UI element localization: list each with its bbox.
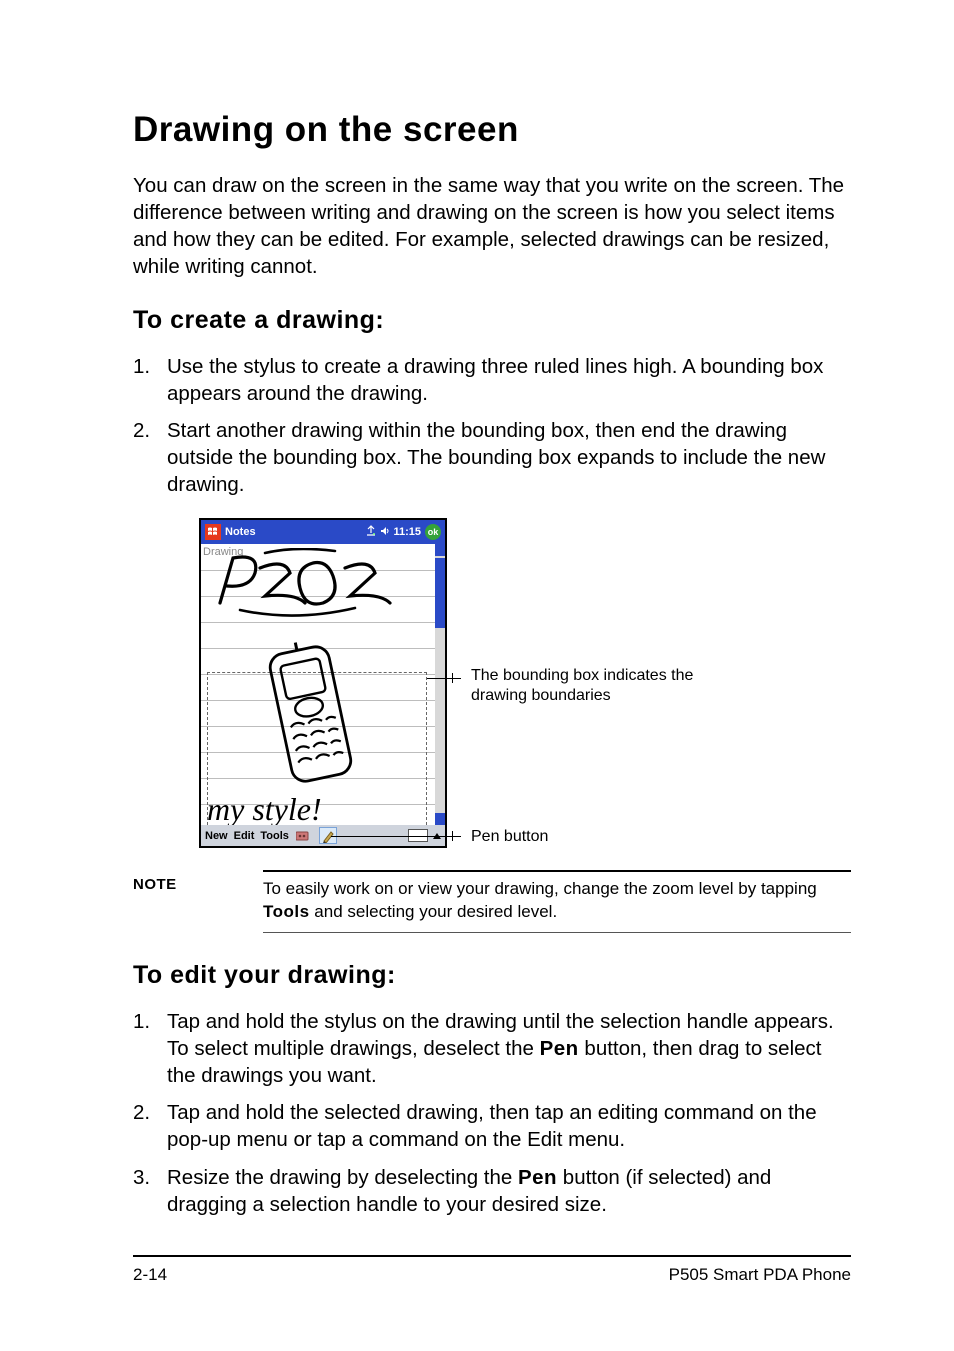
step-text: Tap and hold the selected drawing, then … xyxy=(167,1101,817,1151)
clock-time: 11:15 xyxy=(393,526,421,538)
app-title: Notes xyxy=(225,526,256,538)
note-text: To easily work on or view your drawing, … xyxy=(263,879,817,898)
handwriting-p505 xyxy=(205,548,395,622)
speaker-icon xyxy=(380,526,390,539)
step-text: Resize the drawing by deselecting the xyxy=(167,1166,518,1189)
footer-page-number: 2-14 xyxy=(133,1265,167,1285)
footer-product-name: P505 Smart PDA Phone xyxy=(669,1265,851,1285)
list-item: 1. Tap and hold the stylus on the drawin… xyxy=(133,1008,851,1089)
note-text: and selecting your desired level. xyxy=(310,902,558,921)
menu-tools: Tools xyxy=(260,830,289,842)
step-bold: Pen xyxy=(540,1037,579,1060)
callout-bounding-box: The bounding box indicates the drawing b… xyxy=(471,666,731,706)
create-steps-list: 1.Use the stylus to create a drawing thr… xyxy=(133,353,851,498)
page-footer: 2-14 P505 Smart PDA Phone xyxy=(133,1255,851,1285)
note-body: To easily work on or view your drawing, … xyxy=(263,878,851,924)
record-icon xyxy=(295,828,313,843)
callout-pen-button: Pen button xyxy=(471,827,548,847)
list-item: 3. Resize the drawing by deselecting the… xyxy=(133,1164,851,1218)
note-label: NOTE xyxy=(133,870,263,893)
section-create-title: To create a drawing: xyxy=(133,306,851,335)
step-text: Use the stylus to create a drawing three… xyxy=(167,355,823,405)
note-tools-keyword: Tools xyxy=(263,902,310,921)
device-screenshot: Notes 11:15 ok xyxy=(199,518,447,848)
list-item: 2.Start another drawing within the bound… xyxy=(133,417,851,498)
page-title: Drawing on the screen xyxy=(133,110,851,150)
note-block: NOTE To easily work on or view your draw… xyxy=(133,870,851,933)
menu-new: New xyxy=(205,830,228,842)
menu-edit: Edit xyxy=(234,830,255,842)
signal-icon xyxy=(365,525,377,540)
device-scrollbar xyxy=(435,544,445,825)
svg-text:my style!: my style! xyxy=(207,791,322,827)
intro-paragraph: You can draw on the screen in the same w… xyxy=(133,172,851,280)
list-item: 1.Use the stylus to create a drawing thr… xyxy=(133,353,851,407)
section-edit-title: To edit your drawing: xyxy=(133,961,851,990)
step-bold: Pen xyxy=(518,1166,557,1189)
device-canvas: Drawing xyxy=(201,544,445,825)
edit-steps-list: 1. Tap and hold the stylus on the drawin… xyxy=(133,1008,851,1217)
step-text: Start another drawing within the boundin… xyxy=(167,419,825,496)
windows-flag-icon xyxy=(205,524,221,540)
handwriting-phone xyxy=(241,642,371,792)
document-page: Drawing on the screen You can draw on th… xyxy=(0,0,954,1351)
device-titlebar: Notes 11:15 ok xyxy=(201,520,445,544)
figure: Notes 11:15 ok xyxy=(199,518,851,852)
list-item: 2. Tap and hold the selected drawing, th… xyxy=(133,1099,851,1153)
ok-button-icon: ok xyxy=(425,524,441,540)
